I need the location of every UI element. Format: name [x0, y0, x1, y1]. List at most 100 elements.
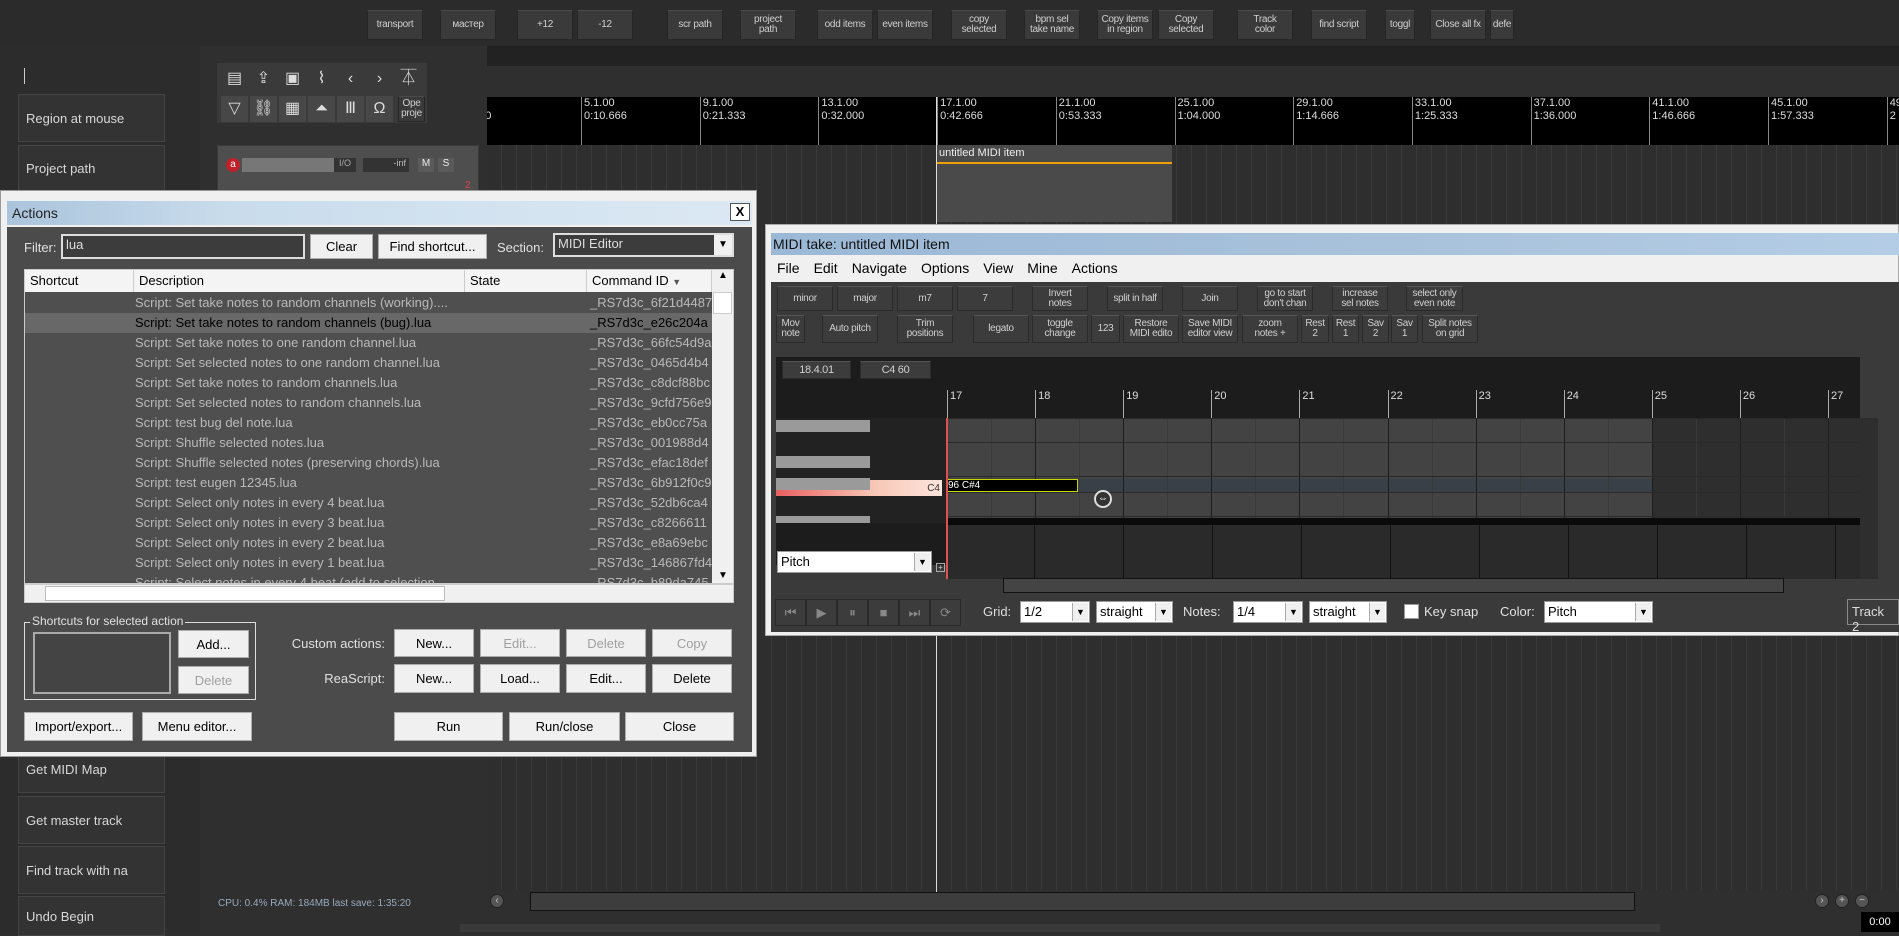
- custom-action-button-3[interactable]: Copy: [652, 629, 732, 657]
- custom-action-button-0[interactable]: New...: [394, 629, 474, 657]
- key-snap-checkbox[interactable]: [1404, 604, 1419, 619]
- toolbar-button-6[interactable]: odd items: [817, 10, 873, 40]
- run-close-button[interactable]: Run/close: [509, 712, 620, 741]
- magnet-icon[interactable]: Ω: [366, 96, 393, 122]
- pause-icon[interactable]: ⏸: [837, 599, 868, 626]
- grid-icon[interactable]: ▦: [279, 96, 306, 122]
- script-button-project-path[interactable]: Project path: [18, 145, 165, 191]
- midi-action-button[interactable]: Sav 2: [1362, 315, 1389, 343]
- toolbar-button-11[interactable]: Copy selected: [1158, 10, 1214, 40]
- actions-titlebar[interactable]: Actions X: [7, 201, 752, 225]
- toolbar-button-15[interactable]: Close all fx: [1430, 10, 1486, 40]
- delete-shortcut-button[interactable]: Delete: [178, 666, 249, 694]
- piano-roll-grid[interactable]: [946, 418, 1860, 518]
- toolbar-button-1[interactable]: мастер: [440, 10, 496, 40]
- piano-keys[interactable]: C4: [776, 418, 946, 523]
- notes-dropdown[interactable]: 1/4 ▼: [1233, 601, 1303, 623]
- midi-action-button[interactable]: Restore MIDI edito: [1123, 315, 1179, 343]
- toolbar-button-2[interactable]: +12: [517, 10, 573, 40]
- open-project-button[interactable]: Ope proje: [398, 96, 425, 122]
- chevron-down-icon[interactable]: ▼: [1285, 603, 1301, 621]
- filter-input[interactable]: lua: [61, 234, 305, 259]
- section-dropdown[interactable]: MIDI Editor ▼: [553, 233, 734, 257]
- solo-button[interactable]: S: [438, 158, 454, 172]
- import-export-button[interactable]: Import/export...: [24, 712, 133, 741]
- midi-note[interactable]: 96 C#4: [946, 479, 1078, 492]
- reascript-button-1[interactable]: Load...: [480, 664, 560, 693]
- mute-button[interactable]: M: [418, 158, 434, 172]
- menu-options[interactable]: Options: [915, 257, 977, 279]
- zoom-in-icon[interactable]: +: [1835, 894, 1849, 908]
- table-row[interactable]: Script: Set selected notes to one random…: [25, 353, 712, 373]
- midi-action-button[interactable]: Trim positions: [897, 315, 953, 343]
- chevron-down-icon[interactable]: ▼: [1072, 603, 1088, 621]
- toolbar-button-0[interactable]: transport: [367, 10, 423, 40]
- black-key[interactable]: [776, 516, 870, 523]
- midi-titlebar[interactable]: MIDI take: untitled MIDI item: [771, 233, 1899, 255]
- reascript-button-0[interactable]: New...: [394, 664, 474, 693]
- toolbar-button-12[interactable]: Track color: [1237, 10, 1293, 40]
- go-to-end-icon[interactable]: ⏭: [899, 599, 930, 626]
- midi-action-button[interactable]: Join: [1182, 286, 1238, 311]
- script-button-undo-begin[interactable]: Undo Begin: [18, 896, 165, 936]
- metronome-icon[interactable]: ⏄: [395, 66, 422, 92]
- record-arm-button[interactable]: a: [226, 158, 240, 172]
- scroll-down-icon[interactable]: ▼: [712, 570, 733, 581]
- script-button-region-at-mouse[interactable]: Region at mouse: [18, 94, 165, 142]
- h-scroll-thumb[interactable]: [45, 586, 445, 601]
- midi-action-button[interactable]: increase sel notes: [1332, 286, 1388, 311]
- table-row[interactable]: Script: Set take notes to random channel…: [25, 313, 712, 333]
- midi-action-button[interactable]: zoom notes +: [1242, 315, 1298, 343]
- menu-view[interactable]: View: [977, 257, 1021, 279]
- close-button[interactable]: Close: [625, 712, 734, 741]
- table-row[interactable]: Script: Select only notes in every 1 bea…: [25, 553, 712, 573]
- table-row[interactable]: Script: Select notes in every 4 beat (ad…: [25, 573, 712, 583]
- scroll-right-icon[interactable]: ›: [1815, 894, 1829, 908]
- chevron-down-icon[interactable]: ▼: [1369, 603, 1385, 621]
- table-row[interactable]: Script: Set selected notes to random cha…: [25, 393, 712, 413]
- scroll-thumb[interactable]: [713, 292, 732, 314]
- column-command-id[interactable]: Command ID ▼: [587, 270, 712, 292]
- track-selector[interactable]: Track 2: [1847, 599, 1899, 634]
- arrange-horizontal-scrollbar[interactable]: [530, 892, 1635, 911]
- color-dropdown[interactable]: Pitch ▼: [1544, 601, 1653, 623]
- midi-horizontal-scrollbar[interactable]: [1003, 578, 1784, 593]
- midi-action-button[interactable]: go to start don't chan: [1257, 286, 1313, 311]
- midi-action-button[interactable]: Split notes on grid: [1422, 315, 1478, 343]
- grid-type-dropdown[interactable]: straight ▼: [1096, 601, 1173, 623]
- table-row[interactable]: Script: Select only notes in every 2 bea…: [25, 533, 712, 553]
- cc-lane[interactable]: [946, 525, 1860, 579]
- toolbar-button-8[interactable]: copy selected: [951, 10, 1007, 40]
- cc-lane-dropdown[interactable]: Pitch ▼: [777, 551, 932, 573]
- go-to-start-icon[interactable]: ⏮: [775, 599, 806, 626]
- midi-action-button[interactable]: toggle change: [1032, 315, 1088, 343]
- table-row[interactable]: Script: Shuffle selected notes.lua _RS7d3…: [25, 433, 712, 453]
- midi-action-button[interactable]: Mov note: [776, 315, 805, 343]
- midi-action-button[interactable]: Save MIDI editor view: [1182, 315, 1238, 343]
- columns-icon[interactable]: Ⅲ: [337, 96, 364, 122]
- toolbar-button-10[interactable]: Copy items in region: [1097, 10, 1153, 40]
- midi-action-button[interactable]: m7: [897, 286, 953, 311]
- midi-action-button[interactable]: split in half: [1107, 286, 1163, 311]
- toolbar-button-16[interactable]: defe: [1490, 10, 1514, 40]
- midi-vertical-scrollbar[interactable]: [1860, 418, 1878, 579]
- add-lane-icon[interactable]: +: [936, 563, 945, 572]
- script-button-get-master-track[interactable]: Get master track: [18, 796, 165, 844]
- toolbar-button-3[interactable]: -12: [577, 10, 633, 40]
- attach-icon[interactable]: ⌇: [308, 66, 335, 92]
- open-project-icon[interactable]: ⇪: [250, 66, 277, 92]
- menu-file[interactable]: File: [771, 257, 808, 279]
- midi-action-button[interactable]: Rest 1: [1332, 315, 1359, 343]
- table-row[interactable]: Script: Select only notes in every 3 bea…: [25, 513, 712, 533]
- actions-list[interactable]: Shortcut Description State Command ID ▼ …: [24, 269, 734, 584]
- toolbar-button-9[interactable]: bpm sel take name: [1024, 10, 1080, 40]
- timeline-ruler[interactable]: .00.000 5.1.000:10.666 9.1.000:21.333 13.1.…: [487, 97, 1899, 145]
- shortcuts-listbox[interactable]: [33, 632, 171, 694]
- column-state[interactable]: State: [465, 270, 587, 292]
- table-row[interactable]: Script: test bug del note.lua _RS7d3c_eb0…: [25, 413, 712, 433]
- cc-lane-divider[interactable]: [946, 518, 1860, 525]
- table-row[interactable]: Script: Shuffle selected notes (preservi…: [25, 453, 712, 473]
- zoom-out-icon[interactable]: −: [1855, 894, 1869, 908]
- midi-action-button[interactable]: minor: [777, 286, 833, 311]
- reascript-button-2[interactable]: Edit...: [566, 664, 646, 693]
